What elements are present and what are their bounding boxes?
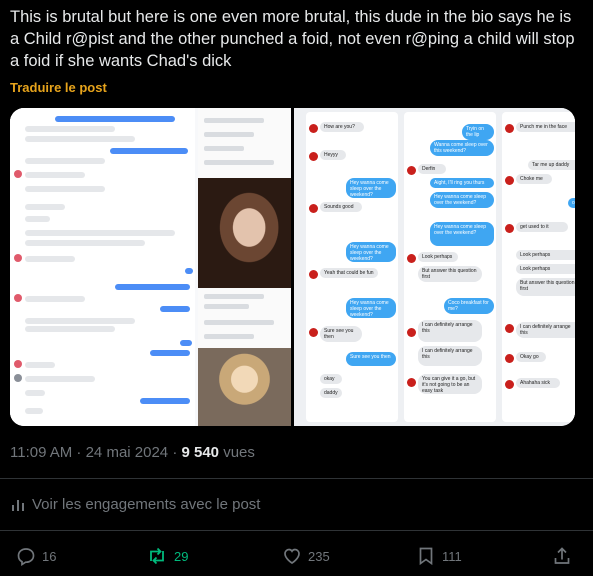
reply-count: 16	[42, 548, 57, 564]
views-label: vues	[219, 444, 255, 461]
chat-panel-3: Punch me in the face Tar me up daddy Cho…	[502, 112, 575, 422]
chat-panel-1: How are you? Heyyy Hey wanna come sleep …	[306, 112, 398, 422]
bookmark-button[interactable]: 111	[416, 546, 462, 566]
timestamp[interactable]: 11:09 AM · 24 mai 2024 ·	[10, 444, 181, 461]
reply-icon	[16, 546, 36, 566]
heart-icon	[282, 546, 302, 566]
share-icon	[552, 546, 572, 566]
analytics-icon	[10, 497, 26, 513]
profile-photo	[198, 178, 291, 288]
chat-panel-2: Tryin on the lip Wanna come sleep over t…	[404, 112, 496, 422]
like-count: 235	[308, 548, 330, 564]
media-image-right[interactable]: How are you? Heyyy Hey wanna come sleep …	[294, 108, 575, 426]
post: This is brutal but here is one even more…	[0, 0, 593, 576]
repost-icon	[146, 546, 168, 566]
translate-link[interactable]: Traduire le post	[10, 80, 107, 95]
share-button[interactable]	[552, 546, 572, 566]
action-bar: 16 29 235 111	[0, 540, 593, 576]
bookmark-icon	[416, 546, 436, 566]
chat-screenshot	[10, 108, 195, 426]
profile-photo-2	[198, 348, 291, 426]
post-text: This is brutal but here is one even more…	[10, 8, 575, 70]
like-button[interactable]: 235	[282, 546, 330, 566]
engagements-label: Voir les engagements avec le post	[32, 496, 261, 513]
bookmark-count: 111	[442, 548, 462, 564]
repost-count: 29	[174, 548, 189, 564]
reply-button[interactable]: 16	[16, 546, 56, 566]
divider	[0, 478, 593, 479]
post-media[interactable]: How are you? Heyyy Hey wanna come sleep …	[10, 108, 575, 426]
media-image-left[interactable]	[10, 108, 291, 426]
engagements-link[interactable]: Voir les engagements avec le post	[10, 496, 260, 513]
divider	[0, 530, 593, 531]
view-count: 9 540	[181, 444, 220, 461]
profile-screenshot	[198, 108, 291, 426]
post-meta: 11:09 AM · 24 mai 2024 · 9 540 vues	[10, 444, 255, 461]
repost-button[interactable]: 29	[146, 546, 188, 566]
